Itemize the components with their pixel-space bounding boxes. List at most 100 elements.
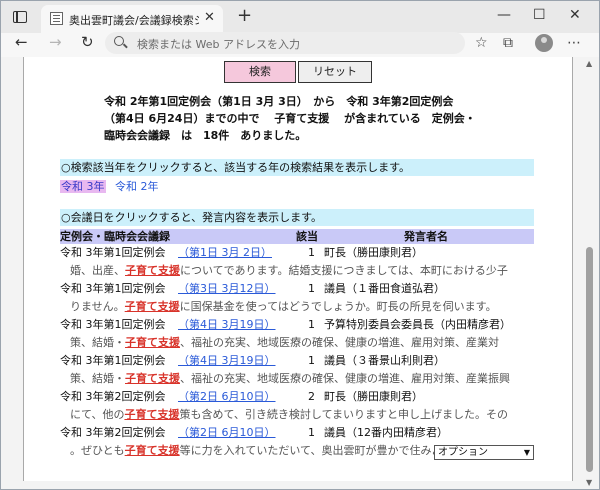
excerpt-before: 策、結婚・ — [70, 336, 125, 349]
option-select-value: オプション — [438, 447, 488, 458]
match-count: 1 — [308, 318, 315, 331]
scroll-thumb[interactable] — [586, 247, 593, 472]
keyword-highlight[interactable]: 子育て支援 — [125, 372, 180, 385]
header-count: 該当 — [296, 230, 318, 243]
browser-tab[interactable]: 奥出雲町議会/会議録検索システム ✕ — [41, 5, 223, 33]
excerpt-before: 策、結婚・ — [70, 372, 125, 385]
year-instruction: ○検索該当年をクリックすると、該当する年の検索結果を表示します。 — [60, 159, 534, 176]
tab-bar: 奥出雲町議会/会議録検索システム ✕ + — ☐ ✕ — [1, 1, 599, 33]
year-link-reiwa3[interactable]: 令和 3年 — [60, 180, 106, 193]
row-header: 令和 3年第2回定例会 （第2日 6月10日） 2 町長（勝田康則君） — [60, 388, 534, 406]
results-table-header: 定例会・臨時会会議録 該当 発言者名 — [60, 229, 534, 244]
summary-line-1: 令和 2年第1回定例会（第1日 3月 3日） から 令和 3年第2回定例会 — [104, 95, 454, 108]
excerpt-before: 婚、出産、 — [70, 264, 125, 277]
excerpt-after: 、福祉の充実、地域医療の確保、健康の増進、雇用対策、産業対 — [180, 336, 499, 349]
scroll-up-icon[interactable]: ▲ — [586, 59, 592, 68]
browser-window: 奥出雲町議会/会議録検索システム ✕ + — ☐ ✕ ← → ↻ 検索または W… — [0, 0, 600, 490]
page-scrollbar[interactable]: ▲ ▼ — [581, 57, 599, 489]
close-window-icon[interactable]: ✕ — [569, 7, 581, 23]
meeting-date-link[interactable]: （第4日 3月19日） — [178, 316, 276, 334]
table-row: 令和 3年第1回定例会 （第1日 3月 2日） 1 町長（勝田康則君） 婚、出産、子育て… — [60, 244, 534, 280]
table-row: 令和 3年第1回定例会 （第4日 3月19日） 1 議員（３番景山利則君） 策、結婚・子… — [60, 352, 534, 388]
tab-actions-icon[interactable] — [13, 11, 27, 23]
meeting-date-link[interactable]: （第1日 3月 2日） — [178, 244, 272, 262]
speaker-name: 町長（勝田康則君） — [324, 390, 423, 403]
row-header: 令和 3年第1回定例会 （第3日 3月12日） 1 議員（１番田食道弘君） — [60, 280, 534, 298]
page-content: 検索 リセット 令和 2年第1回定例会（第1日 3月 3日） から 令和 3年第… — [23, 57, 573, 481]
meeting-name: 令和 3年第1回定例会 — [60, 354, 166, 367]
row-header: 令和 3年第1回定例会 （第4日 3月19日） 1 議員（３番景山利則君） — [60, 352, 534, 370]
results-table: 令和 3年第1回定例会 （第1日 3月 2日） 1 町長（勝田康則君） 婚、出産、子育て… — [60, 244, 534, 460]
row-header: 令和 3年第2回定例会 （第2日 6月10日） 1 議員（12番内田精彦君） — [60, 424, 534, 442]
search-icon — [114, 36, 124, 46]
row-header: 令和 3年第1回定例会 （第1日 3月 2日） 1 町長（勝田康則君） — [60, 244, 534, 262]
maximize-icon[interactable]: ☐ — [533, 7, 546, 23]
keyword-highlight[interactable]: 子育て支援 — [125, 300, 180, 313]
meeting-instruction: ○会議日をクリックすると、発言内容を表示します。 — [60, 209, 534, 226]
table-row: 令和 3年第1回定例会 （第4日 3月19日） 1 予算特別委員会委員長（内田精彦君）… — [60, 316, 534, 352]
meeting-date-link[interactable]: （第2日 6月10日） — [178, 388, 276, 406]
meeting-date-link[interactable]: （第4日 3月19日） — [178, 352, 276, 370]
new-tab-icon[interactable]: + — [237, 5, 252, 26]
row-header: 令和 3年第1回定例会 （第4日 3月19日） 1 予算特別委員会委員長（内田精彦君） — [60, 316, 534, 334]
header-meeting: 定例会・臨時会会議録 — [60, 230, 170, 243]
keyword-highlight[interactable]: 子育て支援 — [125, 444, 180, 457]
excerpt-after: に国保基金を使ってはどうでしょうか。町長の所見を伺います。 — [179, 300, 497, 313]
chevron-down-icon: ▼ — [523, 448, 530, 457]
header-speaker: 発言者名 — [404, 230, 448, 243]
forward-icon[interactable]: → — [49, 33, 62, 51]
keyword-highlight[interactable]: 子育て支援 — [125, 336, 180, 349]
meeting-name: 令和 3年第2回定例会 — [60, 426, 166, 439]
meeting-name: 令和 3年第1回定例会 — [60, 282, 166, 295]
scroll-down-icon[interactable]: ▼ — [586, 478, 592, 487]
meeting-name: 令和 3年第2回定例会 — [60, 390, 166, 403]
meeting-name: 令和 3年第1回定例会 — [60, 246, 166, 259]
excerpt-text: 策、結婚・子育て支援、福祉の充実、地域医療の確保、健康の増進、雇用対策、産業対 — [70, 334, 534, 352]
match-count: 1 — [308, 282, 315, 295]
refresh-icon[interactable]: ↻ — [81, 33, 94, 51]
meeting-name: 令和 3年第1回定例会 — [60, 318, 166, 331]
excerpt-before: にて、他の — [70, 408, 125, 421]
meeting-date-link[interactable]: （第2日 6月10日） — [178, 424, 276, 442]
speaker-name: 町長（勝田康則君） — [324, 246, 423, 259]
favorite-star-icon[interactable]: ☆ — [475, 35, 488, 51]
match-count: 1 — [308, 246, 315, 259]
collections-icon[interactable]: ⧉ — [503, 35, 513, 51]
close-tab-icon[interactable]: ✕ — [204, 10, 215, 25]
table-row: 令和 3年第1回定例会 （第3日 3月12日） 1 議員（１番田食道弘君） りません。子… — [60, 280, 534, 316]
keyword-highlight[interactable]: 子育て支援 — [124, 408, 179, 421]
speaker-name: 議員（12番内田精彦君） — [324, 426, 448, 439]
summary-line-3: 臨時会会議録 は 18件 ありました。 — [104, 129, 307, 142]
excerpt-after: 策も含めて、引き続き検討してまいりますと申し上げました。その — [179, 408, 509, 421]
match-count: 1 — [308, 426, 315, 439]
year-links: 令和 3年 令和 2年 — [60, 179, 159, 194]
speaker-name: 議員（３番景山利則君） — [324, 354, 445, 367]
excerpt-text: 婚、出産、子育て支援についてであります。結婚支援につきましては、本町における少子 — [70, 262, 534, 280]
excerpt-after: 、福祉の充実、地域医療の確保、健康の増進、雇用対策、産業振興 — [180, 372, 510, 385]
option-select[interactable]: オプション ▼ — [434, 445, 534, 460]
excerpt-after: についてであります。結婚支援につきましては、本町における少子 — [180, 264, 508, 277]
tab-title: 奥出雲町議会/会議録検索システム — [69, 14, 199, 27]
meeting-date-link[interactable]: （第3日 3月12日） — [178, 280, 276, 298]
profile-avatar[interactable] — [535, 34, 553, 52]
keyword-highlight[interactable]: 子育て支援 — [125, 264, 180, 277]
year-link-reiwa2[interactable]: 令和 2年 — [115, 180, 159, 193]
back-icon[interactable]: ← — [15, 33, 28, 51]
minimize-icon[interactable]: — — [497, 7, 511, 23]
excerpt-before: 。ぜひとも — [70, 444, 125, 457]
excerpt-text: にて、他の子育て支援策も含めて、引き続き検討してまいりますと申し上げました。その — [70, 406, 534, 424]
excerpt-text: 策、結婚・子育て支援、福祉の充実、地域医療の確保、健康の増進、雇用対策、産業振興 — [70, 370, 534, 388]
search-button[interactable]: 検索 — [224, 61, 296, 83]
more-menu-icon[interactable]: ⋯ — [567, 35, 581, 51]
table-row: 令和 3年第2回定例会 （第2日 6月10日） 2 町長（勝田康則君） にて、他の子育て… — [60, 388, 534, 424]
summary-line-2: （第4日 6月24日）までの中で 子育て支援 が含まれている 定例会・ — [104, 112, 476, 125]
address-field[interactable]: 検索または Web アドレスを入力 — [105, 32, 465, 54]
result-summary: 令和 2年第1回定例会（第1日 3月 3日） から 令和 3年第2回定例会 （第… — [104, 93, 504, 144]
excerpt-before: りません。 — [70, 300, 125, 313]
speaker-name: 予算特別委員会委員長（内田精彦君） — [324, 318, 511, 331]
address-bar-row: ← → ↻ 検索または Web アドレスを入力 ☆ ⧉ ⋯ — [1, 32, 599, 57]
excerpt-text: りません。子育て支援に国保基金を使ってはどうでしょうか。町長の所見を伺います。 — [70, 298, 534, 316]
page-favicon-icon — [50, 12, 63, 25]
reset-button[interactable]: リセット — [298, 61, 372, 83]
speaker-name: 議員（１番田食道弘君） — [324, 282, 445, 295]
